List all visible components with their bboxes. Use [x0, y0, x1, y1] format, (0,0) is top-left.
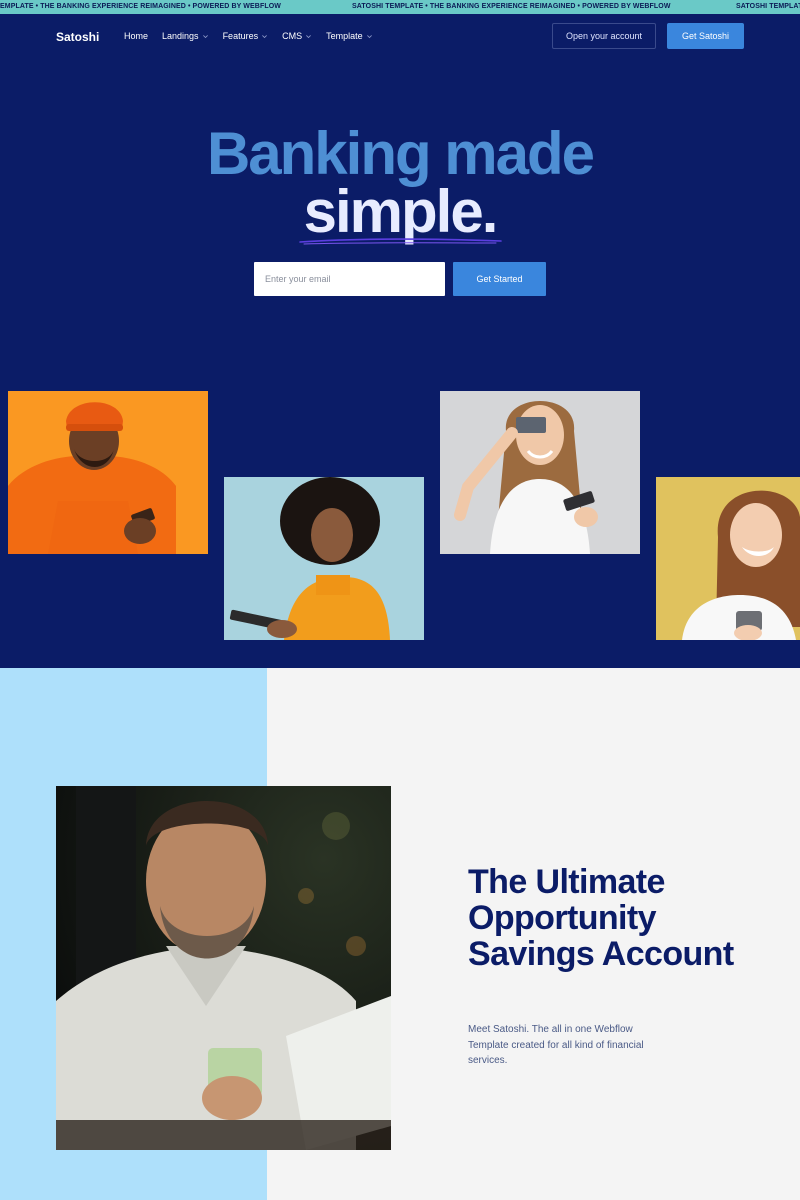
nav-item-cms[interactable]: CMS	[282, 31, 312, 41]
section-description: Meet Satoshi. The all in one Webflow Tem…	[468, 1024, 644, 1066]
section-title: The Ultimate Opportunity Savings Account	[468, 863, 734, 973]
get-satoshi-button[interactable]: Get Satoshi	[667, 23, 744, 49]
man-orange-hoodie-photo	[8, 391, 208, 554]
nav-item-features[interactable]: Features	[223, 31, 269, 41]
nav-item-label: Features	[222, 31, 259, 41]
underline-scribble	[299, 238, 502, 245]
nav-item-home[interactable]: Home	[124, 31, 148, 41]
ticker-segment: SATOSHI TEMPLATE • THE BANKING EXPERIENC…	[352, 3, 671, 10]
chevron-down-icon	[306, 34, 311, 38]
get-started-button[interactable]: Get Started	[453, 262, 546, 296]
chevron-down-icon	[366, 34, 372, 38]
logo[interactable]: Satoshi	[56, 30, 99, 44]
nav-item-label: Template	[326, 31, 363, 41]
ticker-segment: EMPLATE • THE BANKING EXPERIENCE REIMAGI…	[0, 3, 281, 10]
woman-smiling-phone-photo	[656, 477, 800, 640]
open-account-button[interactable]: Open your account	[552, 23, 656, 49]
ticker-segment: SATOSHI TEMPLATE •	[736, 3, 800, 10]
chevron-down-icon	[262, 34, 267, 38]
savings-feature-section: The Ultimate Opportunity Savings Account…	[0, 668, 800, 1200]
hero-headline-line1: Banking made	[206, 120, 595, 187]
hero-section: Satoshi Home Landings Features CMS Templ…	[0, 14, 800, 668]
woman-curly-hair-photo	[224, 477, 424, 640]
nav-item-label: Home	[124, 31, 149, 41]
nav-item-label: CMS	[282, 31, 303, 41]
nav-item-template[interactable]: Template	[326, 31, 373, 41]
man-reading-document-photo	[56, 786, 391, 1150]
main-nav: Home Landings Features CMS Template	[124, 31, 387, 41]
announcement-ticker: EMPLATE • THE BANKING EXPERIENCE REIMAGI…	[0, 0, 800, 14]
woman-holding-card-photo	[440, 391, 640, 554]
email-input[interactable]	[254, 262, 445, 296]
nav-item-label: Landings	[162, 31, 199, 41]
chevron-down-icon	[202, 34, 208, 38]
nav-item-landings[interactable]: Landings	[162, 31, 209, 41]
